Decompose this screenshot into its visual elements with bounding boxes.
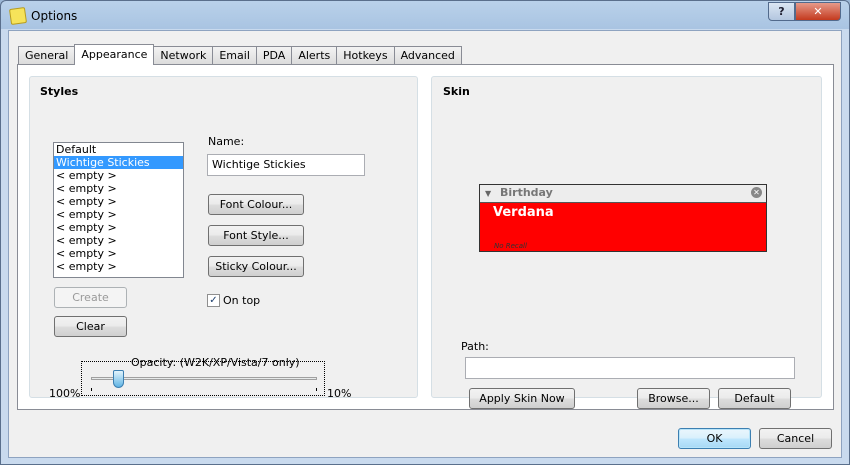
window-title: Options: [31, 9, 78, 23]
tab-alerts[interactable]: Alerts: [291, 46, 337, 64]
skin-default-button[interactable]: Default: [718, 388, 791, 409]
list-item[interactable]: < empty >: [54, 234, 183, 247]
list-item[interactable]: < empty >: [54, 208, 183, 221]
create-button[interactable]: Create: [54, 287, 127, 308]
cancel-button[interactable]: Cancel: [759, 428, 832, 449]
list-item[interactable]: < empty >: [54, 260, 183, 273]
list-item-selected[interactable]: Wichtige Stickies: [54, 156, 183, 169]
tab-general[interactable]: General: [18, 46, 75, 64]
appearance-panel: Styles Default Wichtige Stickies < empty…: [17, 64, 834, 410]
skin-group-title: Skin: [443, 85, 470, 98]
tab-pda[interactable]: PDA: [255, 46, 292, 64]
font-style-button[interactable]: Font Style...: [208, 225, 304, 246]
dialog-client: General Appearance Network Email PDA Ale…: [8, 30, 842, 458]
name-field[interactable]: Wichtige Stickies: [207, 154, 365, 176]
path-label: Path:: [461, 340, 489, 353]
opacity-max-label: 10%: [327, 387, 352, 400]
list-item[interactable]: < empty >: [54, 182, 183, 195]
close-circle-icon: ✕: [751, 187, 762, 198]
font-colour-button[interactable]: Font Colour...: [208, 194, 304, 215]
opacity-min-label: 100%: [49, 387, 81, 400]
path-field[interactable]: [465, 357, 795, 379]
tab-email[interactable]: Email: [212, 46, 256, 64]
list-item[interactable]: < empty >: [54, 195, 183, 208]
slider-tick: [316, 388, 317, 391]
styles-group-title: Styles: [40, 85, 79, 98]
slider-tick: [91, 388, 92, 391]
browse-button[interactable]: Browse...: [637, 388, 710, 409]
on-top-checkbox[interactable]: ✓: [207, 294, 220, 307]
list-item[interactable]: < empty >: [54, 169, 183, 182]
help-button[interactable]: ?: [768, 2, 795, 21]
list-item[interactable]: < empty >: [54, 247, 183, 260]
apply-skin-button[interactable]: Apply Skin Now: [469, 388, 575, 409]
slider-track: [91, 377, 317, 380]
list-item[interactable]: < empty >: [54, 221, 183, 234]
tab-advanced[interactable]: Advanced: [393, 46, 462, 64]
list-item[interactable]: Default: [54, 143, 183, 156]
skin-preview-header: ▼ Birthday ✕: [480, 185, 766, 203]
tab-strip: General Appearance Network Email PDA Ale…: [18, 44, 462, 65]
skin-preview-font: Verdana: [493, 205, 554, 220]
skin-preview-footer: No Recall: [494, 242, 527, 250]
sticky-note-icon: [8, 6, 28, 26]
name-label: Name:: [208, 135, 245, 148]
title-bar[interactable]: Options ? ✕: [1, 1, 849, 29]
clear-button[interactable]: Clear: [54, 316, 127, 337]
tab-appearance[interactable]: Appearance: [74, 44, 155, 65]
skin-preview: ▼ Birthday ✕ Verdana No Recall: [479, 184, 767, 252]
tab-network[interactable]: Network: [154, 46, 213, 64]
tab-hotkeys[interactable]: Hotkeys: [336, 46, 394, 64]
sticky-colour-button[interactable]: Sticky Colour...: [208, 256, 304, 277]
styles-listbox[interactable]: Default Wichtige Stickies < empty > < em…: [53, 142, 184, 278]
opacity-slider[interactable]: [81, 361, 325, 396]
close-button[interactable]: ✕: [795, 2, 841, 21]
ok-button[interactable]: OK: [678, 428, 751, 449]
on-top-label[interactable]: On top: [223, 294, 260, 307]
slider-thumb[interactable]: [112, 370, 124, 388]
skin-preview-title: Birthday: [500, 186, 553, 199]
collapse-triangle-icon: ▼: [485, 189, 492, 198]
options-window: Options ? ✕ General Appearance Network E…: [0, 0, 850, 465]
